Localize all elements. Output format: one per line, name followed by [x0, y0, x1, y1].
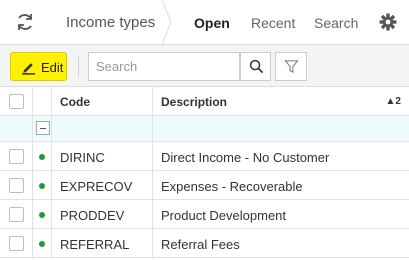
code-filter-cell[interactable] [52, 116, 153, 141]
status-dot [39, 212, 45, 218]
code-cell: DIRINC [52, 142, 153, 170]
app-header: Income types Open Recent Search [0, 0, 409, 45]
status-dot [39, 154, 45, 160]
row-checkbox[interactable] [9, 178, 24, 193]
breadcrumb-separator-icon [161, 0, 172, 45]
filter-button[interactable] [275, 52, 307, 81]
column-header-code[interactable]: Code [52, 87, 153, 115]
edit-button[interactable]: Edit [10, 52, 67, 81]
search-icon [249, 59, 264, 74]
description-filter-cell[interactable] [153, 116, 409, 141]
row-select-cell [0, 171, 33, 199]
row-select-cell [0, 200, 33, 228]
row-checkbox[interactable] [9, 236, 24, 251]
column-header-description-label: Description [161, 95, 228, 109]
description-text: Product Development [161, 208, 287, 223]
code-text: PRODDEV [60, 208, 125, 223]
code-cell: REFERRAL [52, 229, 153, 257]
page-title: Income types [66, 14, 156, 31]
table-row[interactable]: EXPRECOV Expenses - Recoverable [0, 171, 409, 200]
grid-header-row: Code Description ▲2 [0, 87, 409, 116]
tab-recent[interactable]: Recent [251, 15, 295, 31]
toolbar: Edit [0, 45, 409, 87]
row-checkbox[interactable] [9, 207, 24, 222]
description-cell: Expenses - Recoverable [153, 171, 409, 199]
description-cell: Product Development [153, 200, 409, 228]
filter-row [0, 116, 409, 142]
status-cell [33, 171, 52, 199]
edit-button-label: Edit [41, 60, 64, 75]
select-all-checkbox[interactable] [9, 94, 24, 109]
code-text: EXPRECOV [60, 179, 133, 194]
code-text: REFERRAL [60, 237, 130, 252]
status-cell [33, 200, 52, 228]
table-row[interactable]: DIRINC Direct Income - No Customer [0, 142, 409, 171]
tab-search[interactable]: Search [314, 15, 358, 31]
sort-ascending-indicator: ▲2 [385, 96, 401, 107]
description-text: Direct Income - No Customer [161, 150, 330, 165]
toolbar-divider [78, 57, 79, 77]
filter-row-cell [0, 116, 33, 141]
description-text: Expenses - Recoverable [161, 179, 303, 194]
row-checkbox[interactable] [9, 149, 24, 164]
table-row[interactable]: REFERRAL Referral Fees [0, 229, 409, 258]
tab-open[interactable]: Open [194, 15, 230, 31]
status-cell [33, 229, 52, 257]
collapse-filter-icon[interactable] [36, 121, 50, 135]
status-dot [39, 183, 45, 189]
status-header-cell [33, 87, 52, 115]
search-button[interactable] [240, 52, 271, 81]
row-select-cell [0, 229, 33, 257]
income-types-grid: Code Description ▲2 DIRINC Direct Income… [0, 87, 409, 258]
description-cell: Referral Fees [153, 229, 409, 257]
row-select-cell [0, 142, 33, 170]
description-text: Referral Fees [161, 237, 240, 252]
column-header-code-label: Code [60, 95, 90, 109]
refresh-icon[interactable] [14, 11, 36, 33]
description-cell: Direct Income - No Customer [153, 142, 409, 170]
pencil-icon [21, 63, 36, 75]
gear-icon[interactable] [377, 11, 399, 33]
table-row[interactable]: PRODDEV Product Development [0, 200, 409, 229]
select-all-cell [0, 87, 33, 115]
filter-row-cell [33, 116, 52, 141]
filter-icon [284, 60, 299, 73]
column-header-description[interactable]: Description ▲2 [153, 87, 409, 115]
status-dot [39, 241, 45, 247]
status-cell [33, 142, 52, 170]
search-input[interactable] [88, 52, 240, 81]
code-cell: PRODDEV [52, 200, 153, 228]
code-text: DIRINC [60, 150, 105, 165]
code-cell: EXPRECOV [52, 171, 153, 199]
